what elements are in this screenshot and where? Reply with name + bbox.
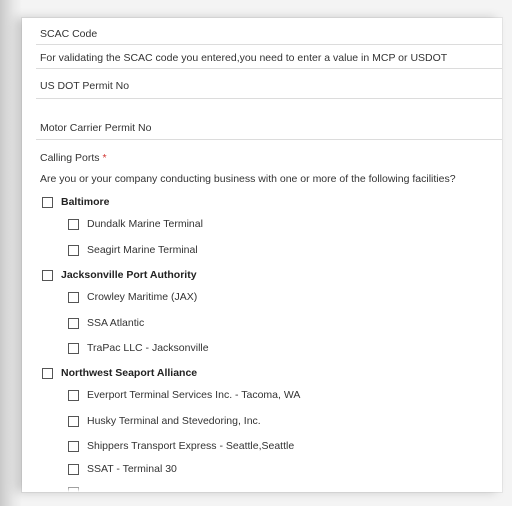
facility-seagirt[interactable]: Seagirt Marine Terminal bbox=[68, 242, 198, 258]
mcp-permit-field[interactable] bbox=[36, 139, 502, 140]
facility-label: Everport Terminal Services Inc. - Tacoma… bbox=[87, 389, 301, 401]
facility-label: SSA Atlantic bbox=[87, 317, 145, 329]
facility-dundalk[interactable]: Dundalk Marine Terminal bbox=[68, 216, 203, 232]
facility-trapac[interactable]: TraPac LLC - Jacksonville bbox=[68, 340, 209, 356]
scac-code-label: SCAC Code bbox=[40, 28, 98, 40]
checkbox[interactable] bbox=[68, 291, 79, 303]
scac-code-field[interactable] bbox=[36, 44, 502, 45]
facility-ssa-atlantic[interactable]: SSA Atlantic bbox=[68, 315, 144, 331]
port-label: Baltimore bbox=[61, 196, 110, 208]
scac-validation-hint: For validating the SCAC code you entered… bbox=[40, 52, 448, 64]
facility-husky[interactable]: Husky Terminal and Stevedoring, Inc. bbox=[68, 413, 261, 429]
port-jacksonville[interactable]: Jacksonville Port Authority bbox=[42, 267, 197, 283]
port-northwest-seaport[interactable]: Northwest Seaport Alliance bbox=[42, 365, 197, 381]
facility-crowley[interactable]: Crowley Maritime (JAX) bbox=[68, 289, 197, 305]
checkbox[interactable] bbox=[68, 463, 79, 475]
checkbox[interactable] bbox=[68, 244, 79, 256]
calling-ports-label: Calling Ports * bbox=[22, 152, 502, 164]
port-label: Jacksonville Port Authority bbox=[61, 269, 197, 281]
checkbox[interactable] bbox=[68, 389, 79, 401]
facility-label: Seagirt Marine Terminal bbox=[87, 244, 198, 256]
facility-shippers-transport[interactable]: Shippers Transport Express - Seattle,Sea… bbox=[68, 438, 294, 454]
scroll-fade bbox=[22, 484, 502, 492]
usdot-permit-field[interactable] bbox=[36, 98, 502, 99]
checkbox[interactable] bbox=[68, 415, 79, 427]
required-marker: * bbox=[102, 152, 107, 164]
facility-label: Husky Terminal and Stevedoring, Inc. bbox=[87, 415, 261, 427]
divider bbox=[36, 68, 502, 69]
port-label: Northwest Seaport Alliance bbox=[61, 367, 198, 379]
facility-label: SSAT - Terminal 30 bbox=[87, 463, 177, 475]
mcp-permit-label: Motor Carrier Permit No bbox=[40, 122, 152, 134]
checkbox[interactable] bbox=[42, 196, 53, 208]
facilities-question: Are you or your company conducting busin… bbox=[40, 173, 456, 185]
facility-everport[interactable]: Everport Terminal Services Inc. - Tacoma… bbox=[68, 387, 300, 403]
facility-label: TraPac LLC - Jacksonville bbox=[87, 342, 209, 354]
checkbox[interactable] bbox=[42, 269, 53, 281]
facility-label: Dundalk Marine Terminal bbox=[87, 218, 203, 230]
checkbox[interactable] bbox=[68, 218, 79, 230]
usdot-permit-label: US DOT Permit No bbox=[40, 80, 130, 92]
checkbox[interactable] bbox=[68, 440, 79, 452]
checkbox[interactable] bbox=[68, 342, 79, 354]
facility-label: Shippers Transport Express - Seattle,Sea… bbox=[87, 440, 295, 452]
carrier-form-panel: SCAC Code For validating the SCAC code y… bbox=[22, 18, 502, 492]
port-baltimore[interactable]: Baltimore bbox=[42, 194, 109, 210]
calling-ports-text: Calling Ports bbox=[40, 152, 100, 164]
checkbox[interactable] bbox=[68, 317, 79, 329]
checkbox[interactable] bbox=[42, 367, 53, 379]
facility-label: Crowley Maritime (JAX) bbox=[87, 291, 198, 303]
facility-ssat-terminal-30[interactable]: SSAT - Terminal 30 bbox=[68, 461, 177, 477]
